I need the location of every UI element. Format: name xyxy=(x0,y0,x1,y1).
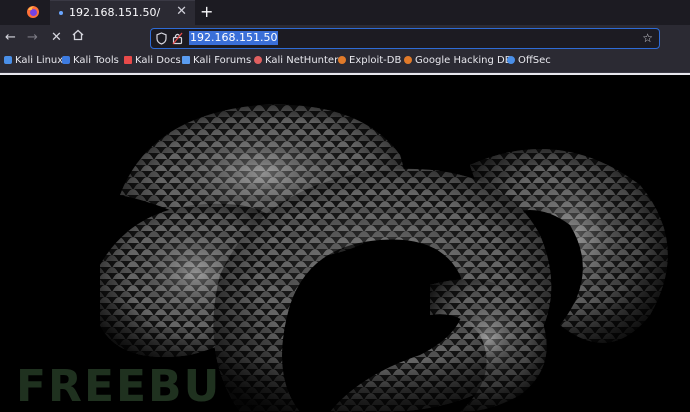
browser-window: 192.168.151.50/ ✕ + ← → ✕ 192.168.151.50… xyxy=(0,0,690,412)
tracking-protection-shield-icon[interactable] xyxy=(156,32,167,45)
kali-tools-icon xyxy=(62,56,70,64)
bookmark-kali-docs[interactable]: Kali Docs xyxy=(124,55,181,66)
page-content: FREEBU xyxy=(0,75,690,412)
ghdb-icon xyxy=(404,56,412,64)
back-button[interactable]: ← xyxy=(5,30,16,45)
kali-dragon-icon xyxy=(4,56,12,64)
stop-loading-button[interactable]: ✕ xyxy=(51,30,62,45)
bookmark-label: OffSec xyxy=(518,55,551,66)
home-button[interactable] xyxy=(72,29,84,41)
nethunter-icon xyxy=(254,56,262,64)
tab-close-icon[interactable]: ✕ xyxy=(176,5,187,19)
new-tab-button[interactable]: + xyxy=(200,2,213,21)
forward-button[interactable]: → xyxy=(27,30,38,45)
bookmark-label: Kali Linux xyxy=(15,55,64,66)
bookmark-label: Exploit-DB xyxy=(349,55,402,66)
firefox-icon[interactable] xyxy=(26,5,40,19)
watermark-text: FREEBU xyxy=(16,361,222,412)
tab-title: 192.168.151.50/ xyxy=(69,6,161,19)
active-tab[interactable]: 192.168.151.50/ ✕ xyxy=(50,0,195,25)
bookmark-label: Kali Tools xyxy=(73,55,119,66)
bookmark-kali-linux[interactable]: Kali Linux xyxy=(4,55,63,66)
bookmark-exploit-db[interactable]: Exploit-DB xyxy=(338,55,401,66)
tab-bar: 192.168.151.50/ ✕ + xyxy=(0,0,690,25)
bookmark-kali-forums[interactable]: Kali Forums xyxy=(182,55,251,66)
bookmark-kali-tools[interactable]: Kali Tools xyxy=(62,55,119,66)
url-text[interactable]: 192.168.151.50 xyxy=(189,31,279,45)
bookmark-kali-nethunter[interactable]: Kali NetHunter xyxy=(254,55,338,66)
kali-forums-icon xyxy=(182,56,190,64)
kali-docs-icon xyxy=(124,56,132,64)
bookmark-offsec[interactable]: OffSec xyxy=(507,55,551,66)
insecure-lock-icon[interactable] xyxy=(172,32,183,45)
bookmark-google-hacking-db[interactable]: Google Hacking DB xyxy=(404,55,512,66)
bookmark-star-icon[interactable]: ☆ xyxy=(642,31,653,45)
address-bar[interactable]: 192.168.151.50 ☆ xyxy=(150,28,660,49)
bookmark-label: Kali Forums xyxy=(193,55,252,66)
bookmarks-toolbar: Kali Linux Kali Tools Kali Docs Kali For… xyxy=(0,52,690,73)
bookmark-label: Kali Docs xyxy=(135,55,181,66)
tab-loading-icon xyxy=(59,11,63,15)
exploit-db-icon xyxy=(338,56,346,64)
bookmark-label: Google Hacking DB xyxy=(415,55,512,66)
offsec-icon xyxy=(507,56,515,64)
navigation-toolbar: ← → ✕ 192.168.151.50 ☆ xyxy=(0,25,690,52)
bookmark-label: Kali NetHunter xyxy=(265,55,339,66)
